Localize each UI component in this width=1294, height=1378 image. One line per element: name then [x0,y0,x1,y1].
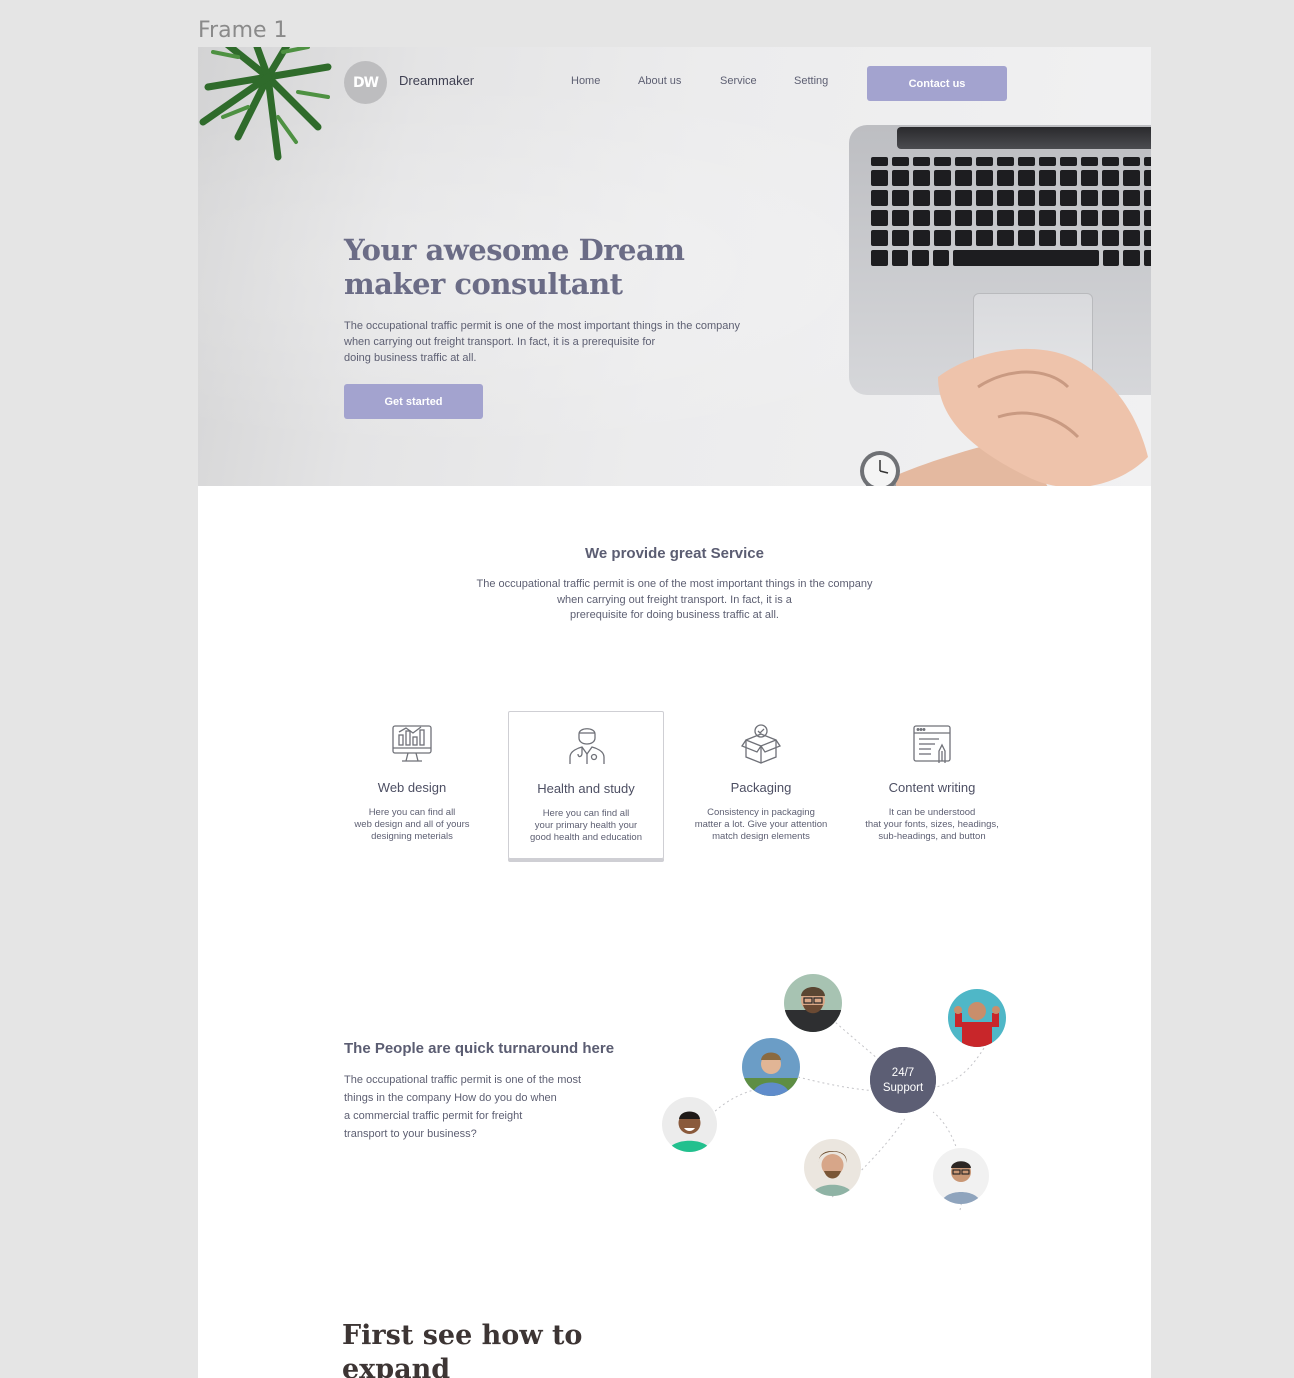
hero-section: DW Dreammaker Home About us Service Sett… [198,47,1151,486]
people-text: The occupational traffic permit is one o… [344,1074,582,1140]
dw-logo[interactable]: DW [344,61,387,104]
hands-watch-image [860,348,1148,486]
get-started-button[interactable]: Get started [344,384,483,419]
card-text: Here you can find all your primary healt… [530,808,642,843]
avatar[interactable] [784,974,842,1032]
card-title: Content writing [888,780,976,795]
card-text: Here you can find all web design and all… [354,807,470,842]
card-title: Health and study [537,781,635,796]
avatar[interactable] [933,1148,989,1204]
avatar[interactable] [948,989,1006,1047]
plant-image [199,47,332,161]
people-title: The People are quick turnaround here [344,1040,615,1057]
document-pen-icon [913,725,951,763]
nav-setting[interactable]: Setting [794,75,828,87]
landing-page: DW Dreammaker Home About us Service Sett… [198,47,1151,1378]
doctor-icon [569,728,605,764]
contact-us-button[interactable]: Contact us [867,66,1007,101]
service-card-web-design[interactable]: Web design Here you can find all web des… [334,711,490,859]
service-card-health-and-study[interactable]: Health and study Here you can find all y… [508,711,664,859]
brand-name[interactable]: Dreammaker [399,73,474,88]
services-text: The occupational traffic permit is one o… [476,578,873,621]
card-text: It can be understood that your fonts, si… [865,807,999,842]
avatar[interactable] [662,1097,717,1152]
frame-label: Frame 1 [198,18,288,43]
network-connections [689,1001,1001,1211]
avatar[interactable] [742,1038,800,1096]
avatar[interactable] [804,1139,861,1196]
support-badge: 24/7 Support [870,1047,936,1113]
card-text: Consistency in packaging matter a lot. G… [694,807,828,842]
nav-about-us[interactable]: About us [638,75,681,87]
nav-home[interactable]: Home [571,75,600,87]
services-title: We provide great Service [585,545,764,562]
card-title: Web design [377,780,447,795]
nav-service[interactable]: Service [720,75,757,87]
demo-title: First see how to expand or our demo [342,1320,583,1378]
service-card-packaging[interactable]: Packaging Consistency in packaging matte… [683,711,839,859]
card-title: Packaging [730,780,792,795]
hero-text: The occupational traffic permit is one o… [344,320,740,364]
box-check-icon [741,724,781,764]
hero-title: Your awesome Dream maker consultant [344,233,685,301]
service-card-content-writing[interactable]: Content writing It can be understood tha… [854,711,1010,859]
monitor-chart-icon [392,725,432,762]
